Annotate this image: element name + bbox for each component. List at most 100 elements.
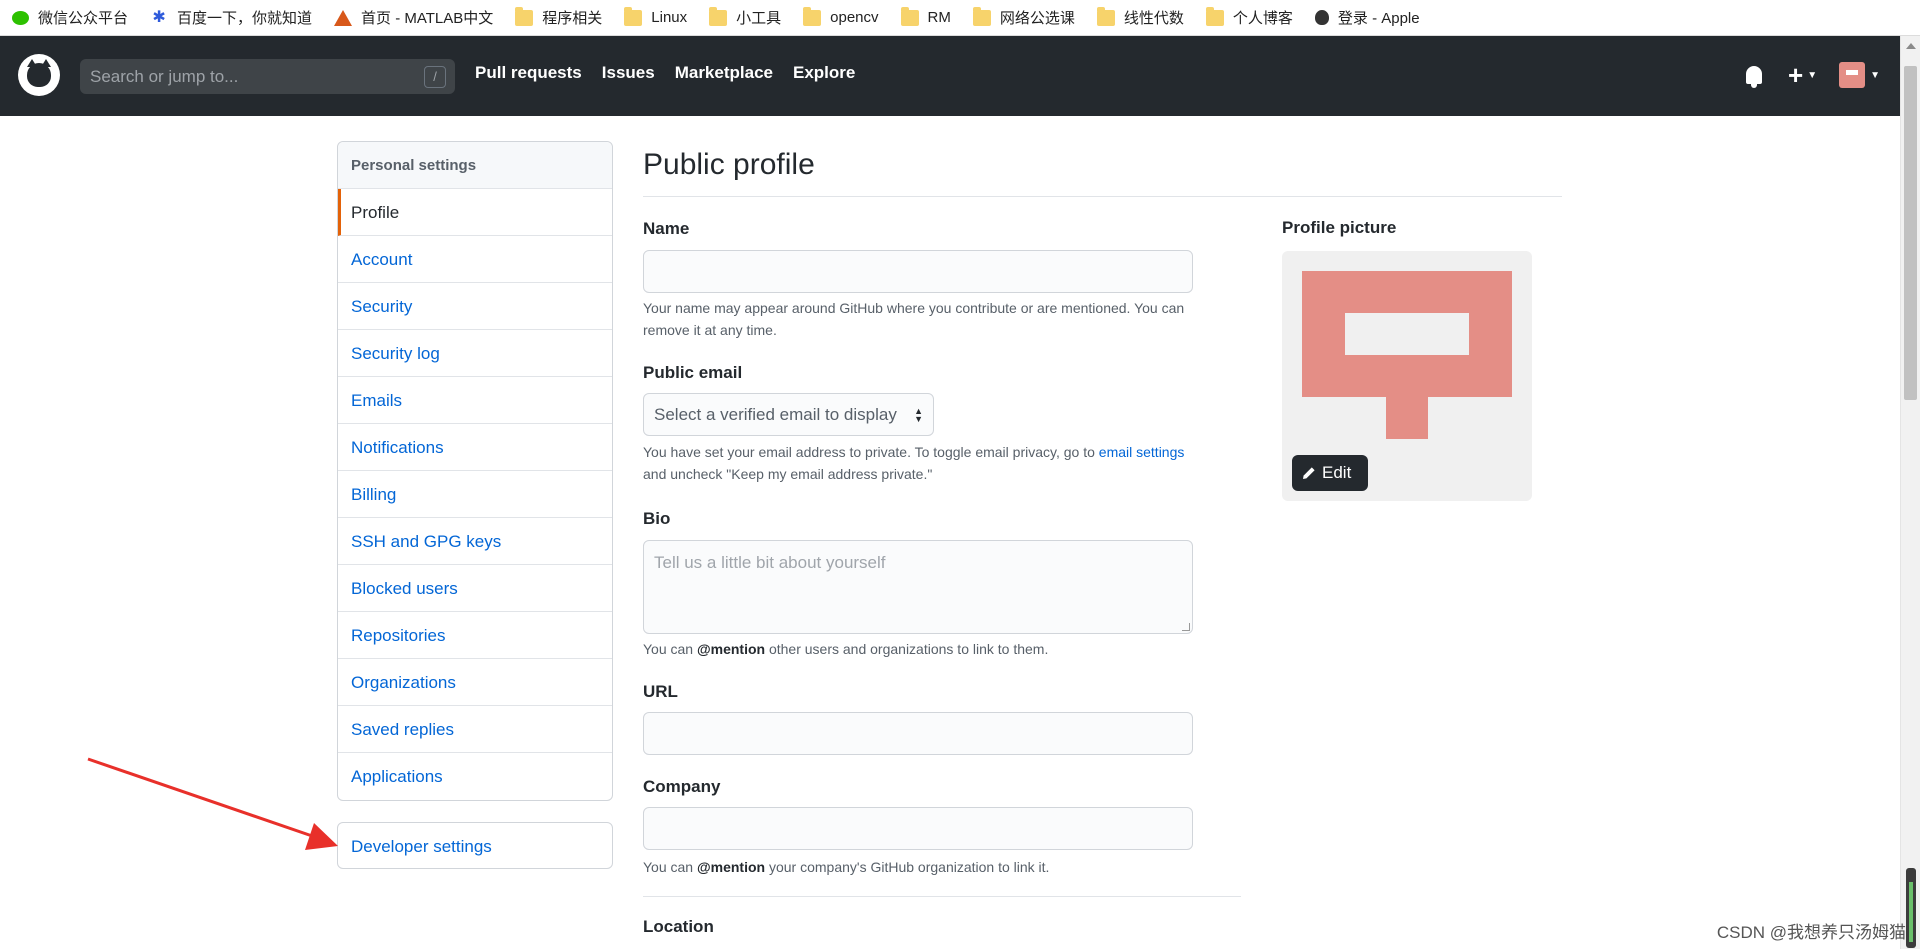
overlay-widget — [1906, 868, 1916, 948]
sidebar-item-emails[interactable]: Emails — [338, 377, 612, 424]
bookmark-folder[interactable]: 个人博客 — [1205, 6, 1293, 28]
bio-note: You can @mention other users and organiz… — [643, 638, 1243, 660]
bookmark-label: 首页 - MATLAB中文 — [361, 10, 494, 27]
bookmark-matlab[interactable]: 首页 - MATLAB中文 — [334, 7, 493, 28]
bookmark-label: 个人博客 — [1232, 10, 1293, 27]
sidebar-item-security[interactable]: Security — [338, 283, 612, 330]
bio-note-pre: You can — [643, 641, 694, 657]
bookmark-label: 小工具 — [736, 10, 782, 27]
sidebar-item-repositories[interactable]: Repositories — [338, 612, 612, 659]
sidebar-item-developer-settings[interactable]: Developer settings — [337, 822, 613, 869]
company-field[interactable] — [643, 807, 1193, 850]
bookmark-folder[interactable]: 小工具 — [709, 6, 782, 28]
chevron-down-icon[interactable]: ▼ — [1870, 70, 1880, 81]
email-settings-link[interactable]: email settings — [1099, 444, 1185, 460]
search-box[interactable]: / — [80, 59, 455, 94]
bookmark-apple[interactable]: 登录 - Apple — [1314, 7, 1420, 28]
nav-explore[interactable]: Explore — [793, 63, 855, 83]
page-scrollbar[interactable] — [1900, 36, 1920, 949]
edit-profile-picture-button[interactable]: Edit — [1292, 455, 1368, 491]
sidebar-item-billing[interactable]: Billing — [338, 471, 612, 518]
sidebar-item-organizations[interactable]: Organizations — [338, 659, 612, 706]
bookmark-label: opencv — [830, 9, 879, 26]
identicon-image — [1302, 271, 1512, 439]
search-input[interactable] — [90, 66, 410, 87]
bio-textarea[interactable]: Tell us a little bit about yourself — [643, 540, 1193, 634]
nav-pull-requests[interactable]: Pull requests — [475, 63, 582, 83]
bio-note-post: other users and organizations to link to… — [768, 641, 1049, 657]
name-field[interactable] — [643, 250, 1193, 293]
sidebar-item-notifications[interactable]: Notifications — [338, 424, 612, 471]
sidebar-item-security-log[interactable]: Security log — [338, 330, 612, 377]
wechat-icon — [12, 10, 29, 25]
folder-icon — [803, 6, 822, 26]
folder-icon — [515, 6, 534, 26]
email-note-line1: You have set your email address to priva… — [643, 444, 1095, 460]
bookmark-wechat[interactable]: 微信公众平台 — [12, 7, 128, 28]
sidebar-item-ssh-gpg-keys[interactable]: SSH and GPG keys — [338, 518, 612, 565]
company-label: Company — [643, 777, 721, 796]
url-field[interactable] — [643, 712, 1193, 755]
nav-marketplace[interactable]: Marketplace — [675, 63, 773, 83]
watermark: CSDN @我想养只汤姆猫 — [1716, 923, 1906, 942]
sidebar-item-blocked-users[interactable]: Blocked users — [338, 565, 612, 612]
github-logo-icon[interactable] — [18, 54, 60, 96]
bookmark-label: 微信公众平台 — [38, 10, 129, 27]
company-note-post: your company's GitHub organization to li… — [768, 859, 1050, 875]
location-label: Location — [643, 917, 714, 936]
notifications-bell-icon[interactable] — [1746, 66, 1762, 88]
folder-icon — [1205, 6, 1224, 26]
sidebar-heading: Personal settings — [338, 142, 612, 189]
profile-picture: Edit — [1282, 251, 1532, 501]
folder-icon — [1096, 6, 1115, 26]
profile-picture-label: Profile picture — [1282, 218, 1397, 237]
bookmark-baidu[interactable]: ✱ 百度一下，你就知道 — [150, 7, 312, 28]
title-divider — [643, 196, 1562, 197]
bookmark-label: 登录 - Apple — [1337, 10, 1420, 27]
bookmark-folder[interactable]: opencv — [803, 6, 879, 26]
url-label: URL — [643, 682, 678, 701]
public-email-select[interactable]: Select a verified email to display ▲ ▼ — [643, 393, 934, 436]
search-shortcut-key: / — [424, 66, 446, 88]
public-email-label: Public email — [643, 363, 743, 382]
company-note-mention: @mention — [696, 859, 766, 875]
bio-placeholder: Tell us a little bit about yourself — [654, 553, 886, 572]
bookmark-label: 网络公选课 — [999, 10, 1075, 27]
sidebar-item-applications[interactable]: Applications — [338, 753, 612, 800]
nav-issues[interactable]: Issues — [602, 63, 655, 83]
bookmark-folder[interactable]: 程序相关 — [515, 6, 603, 28]
chevron-down-icon[interactable]: ▼ — [1807, 70, 1817, 81]
folder-icon — [900, 6, 919, 26]
sidebar-item-saved-replies[interactable]: Saved replies — [338, 706, 612, 753]
user-avatar[interactable] — [1839, 62, 1866, 88]
bookmark-folder[interactable]: Linux — [624, 6, 687, 26]
folder-icon — [624, 6, 643, 26]
email-note: You have set your email address to priva… — [643, 441, 1243, 485]
sidebar-item-account[interactable]: Account — [338, 236, 612, 283]
github-header: / Pull requests Issues Marketplace Explo… — [0, 36, 1900, 116]
select-arrows-icon: ▲ ▼ — [914, 406, 923, 424]
name-note: Your name may appear around GitHub where… — [643, 297, 1243, 341]
email-note-line2: and uncheck "Keep my email address priva… — [643, 466, 933, 482]
company-note-pre: You can — [643, 859, 694, 875]
settings-sidebar: Personal settings Profile Account Securi… — [337, 141, 613, 801]
bookmark-folder[interactable]: 线性代数 — [1096, 6, 1184, 28]
scroll-up-arrow-icon[interactable] — [1906, 43, 1916, 49]
resize-grip-icon[interactable] — [1182, 623, 1190, 631]
apple-icon — [1314, 10, 1329, 25]
bookmark-folder[interactable]: 网络公选课 — [972, 6, 1075, 28]
baidu-icon: ✱ — [152, 8, 166, 26]
name-label: Name — [643, 219, 690, 238]
bookmarks-bar: 微信公众平台 ✱ 百度一下，你就知道 首页 - MATLAB中文 程序相关 Lin… — [0, 0, 1920, 36]
sidebar-item-profile[interactable]: Profile — [338, 189, 612, 236]
bookmark-label: 程序相关 — [542, 10, 603, 27]
bio-label: Bio — [643, 509, 671, 528]
company-note: You can @mention your company's GitHub o… — [643, 856, 1243, 878]
scrollbar-thumb[interactable] — [1904, 66, 1917, 400]
create-new-plus-icon[interactable]: + — [1788, 62, 1803, 88]
bookmark-label: 线性代数 — [1123, 10, 1184, 27]
folder-icon — [972, 6, 991, 26]
edit-button-label: Edit — [1322, 463, 1352, 482]
bookmark-folder[interactable]: RM — [900, 6, 951, 26]
bookmark-label: 百度一下，你就知道 — [177, 10, 313, 27]
